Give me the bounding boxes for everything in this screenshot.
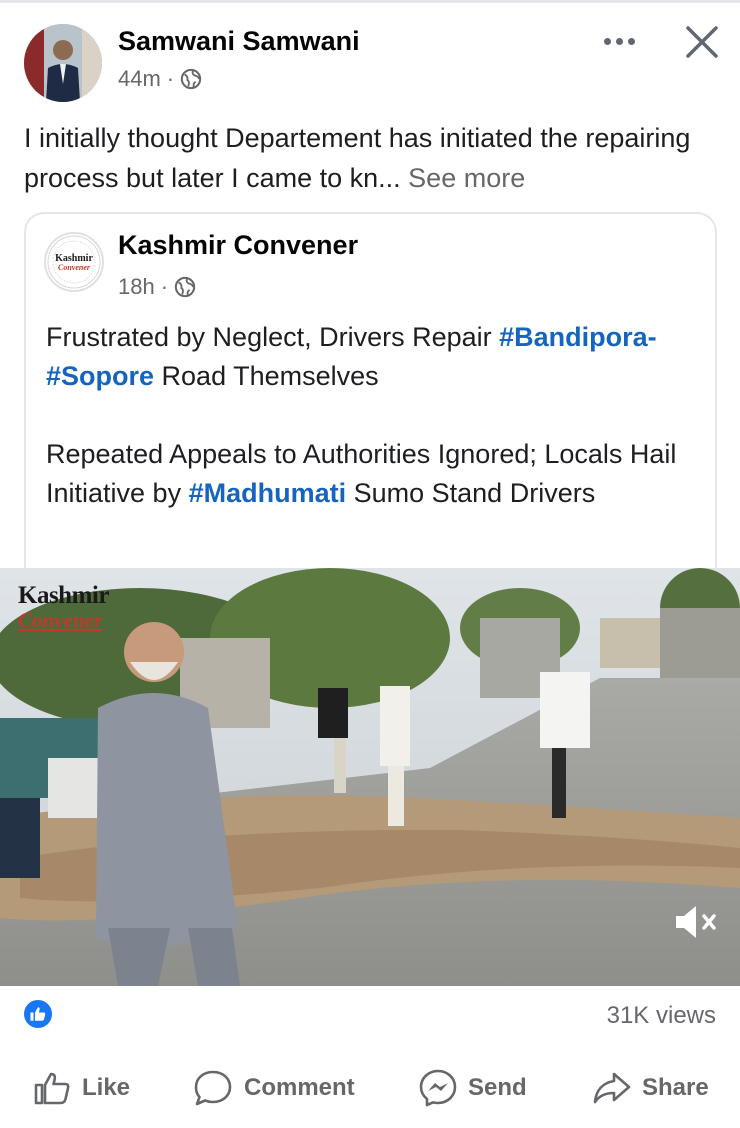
close-icon[interactable] bbox=[680, 20, 724, 64]
shared-post-meta: 18h · bbox=[118, 274, 196, 300]
video-frame bbox=[0, 568, 740, 986]
author-avatar[interactable] bbox=[24, 24, 102, 102]
like-button[interactable]: Like bbox=[32, 1058, 130, 1118]
share-button[interactable]: Share bbox=[592, 1058, 709, 1118]
shared-post-body: Frustrated by Neglect, Drivers Repair #B… bbox=[46, 318, 706, 513]
page-logo-line2: Convener bbox=[58, 263, 91, 272]
share-label: Share bbox=[642, 1074, 709, 1101]
shared-meta-separator: · bbox=[160, 274, 169, 299]
view-count[interactable]: 31K views bbox=[607, 1002, 716, 1030]
post-time[interactable]: 44m bbox=[118, 66, 161, 92]
like-label: Like bbox=[82, 1074, 131, 1101]
speaker-muted-icon[interactable] bbox=[668, 900, 724, 944]
more-options-icon[interactable] bbox=[594, 24, 644, 58]
hashtag-madhumati[interactable]: #Madhumati bbox=[189, 478, 347, 508]
shared-page-name[interactable]: Kashmir Convener bbox=[118, 230, 358, 261]
video-watermark-line2: Convener bbox=[18, 608, 102, 632]
page-logo[interactable]: Kashmir Convener bbox=[44, 232, 104, 292]
headline-text-1: Frustrated by Neglect, Drivers Repair bbox=[46, 322, 500, 352]
thumbs-up-icon bbox=[34, 1072, 70, 1105]
action-bar: Like Comment Send Share bbox=[0, 1058, 740, 1118]
post-meta: 44m · bbox=[118, 66, 202, 92]
meta-separator: · bbox=[166, 66, 175, 91]
comment-button[interactable]: Comment bbox=[192, 1058, 355, 1118]
post-text: I initially thought Departement has init… bbox=[24, 123, 691, 193]
shared-subtext: Repeated Appeals to Authorities Ignored;… bbox=[46, 435, 706, 513]
shared-headline: Frustrated by Neglect, Drivers Repair #B… bbox=[46, 318, 706, 396]
headline-text-2: Road Themselves bbox=[154, 361, 379, 391]
speech-bubble-icon bbox=[194, 1070, 232, 1106]
top-divider bbox=[0, 0, 740, 3]
globe-icon bbox=[180, 68, 202, 90]
post-author-name[interactable]: Samwani Samwani bbox=[118, 26, 360, 57]
share-arrow-icon bbox=[593, 1072, 631, 1104]
video-player[interactable]: Kashmir Convener bbox=[0, 568, 740, 986]
shared-post-time[interactable]: 18h bbox=[118, 274, 155, 300]
messenger-icon bbox=[419, 1069, 457, 1107]
like-reaction-icon[interactable] bbox=[22, 998, 54, 1030]
see-more-link[interactable]: See more bbox=[408, 163, 525, 193]
send-button[interactable]: Send bbox=[418, 1058, 527, 1118]
subtext-2: Sumo Stand Drivers bbox=[346, 478, 596, 508]
post-body: I initially thought Departement has init… bbox=[24, 118, 724, 198]
send-label: Send bbox=[468, 1074, 527, 1101]
comment-label: Comment bbox=[244, 1074, 355, 1101]
globe-icon bbox=[174, 276, 196, 298]
video-watermark-line1: Kashmir bbox=[18, 582, 109, 609]
